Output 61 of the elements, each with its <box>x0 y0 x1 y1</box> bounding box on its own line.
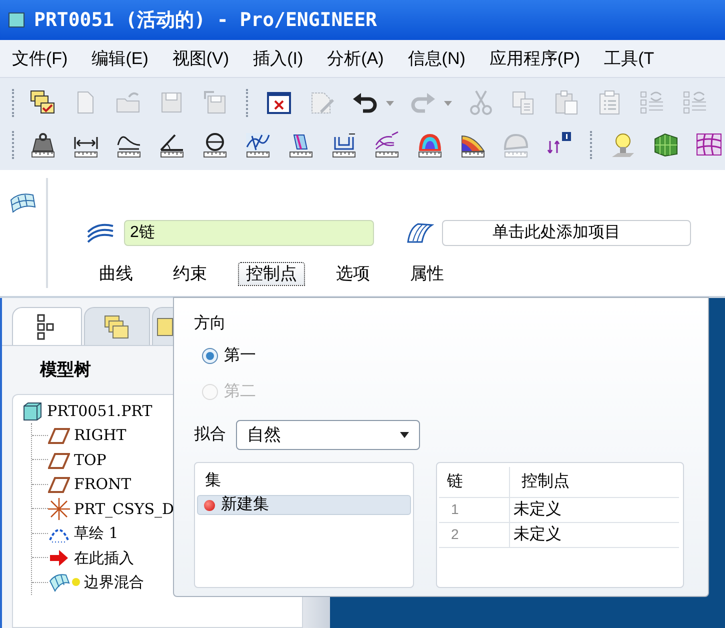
dashboard-tab[interactable]: 选项 <box>327 262 379 286</box>
tree-item[interactable]: FRONT <box>74 473 132 496</box>
radio-button[interactable] <box>202 348 218 364</box>
shaded-mesh-icon[interactable] <box>652 131 680 159</box>
tree-item[interactable]: 草绘 1 <box>74 522 118 544</box>
table-cell: 未定义 <box>509 497 679 522</box>
model-tree-title: 模型树 <box>40 359 91 382</box>
tree-item[interactable]: PRT0051.PRT <box>47 400 152 422</box>
menu-item[interactable]: 应用程序(P) <box>489 46 580 72</box>
model-tree-tab[interactable] <box>12 307 82 345</box>
tree-item[interactable]: TOP <box>74 448 106 471</box>
new-feature-icon <box>72 578 80 586</box>
dashboard-tab[interactable]: 控制点 <box>238 262 305 286</box>
weight-icon[interactable] <box>29 131 57 159</box>
menu-item[interactable]: 文件(F) <box>12 46 68 72</box>
direction-label: 方向 <box>194 314 227 334</box>
surface-icon <box>48 571 70 594</box>
table-cell: 2 <box>439 522 509 547</box>
close-window-icon[interactable] <box>265 89 293 117</box>
folder-icon <box>157 318 173 336</box>
column-header: 控制点 <box>509 467 679 497</box>
table-cell: 未定义 <box>509 522 679 547</box>
tree-item[interactable]: 在此插入 <box>74 546 134 569</box>
tree-item[interactable]: 边界混合 <box>84 571 144 594</box>
fit-label: 拟合 <box>194 424 226 445</box>
mesh-icon[interactable] <box>373 131 401 159</box>
set-item[interactable]: 新建集 <box>197 495 411 515</box>
fit-dropdown[interactable]: 自然 <box>236 420 420 450</box>
color-surface-icon[interactable] <box>416 131 444 159</box>
surface-icon <box>9 192 37 214</box>
surface-icon <box>404 222 434 244</box>
part-icon <box>21 400 43 422</box>
diameter-icon[interactable] <box>201 131 229 159</box>
radio-label: 第二 <box>224 382 256 402</box>
radio-label: 第一 <box>224 346 256 366</box>
caret-icon <box>400 432 409 438</box>
coordinate-system-icon <box>48 498 70 520</box>
tree-item[interactable]: RIGHT <box>74 424 126 446</box>
folders-icon <box>103 312 131 340</box>
offset-icon[interactable] <box>330 131 358 159</box>
menu-item[interactable]: 编辑(E) <box>92 46 148 72</box>
tree-item[interactable]: PRT_CSYS_D <box>74 498 174 520</box>
menu-item[interactable]: 信息(N) <box>408 46 466 72</box>
dashboard-tab[interactable]: 属性 <box>401 262 453 286</box>
caret-icon[interactable] <box>386 100 394 106</box>
menu-item[interactable]: 分析(A) <box>327 46 384 72</box>
menu-item[interactable]: 工具(T <box>604 46 654 72</box>
menu-item[interactable]: 视图(V) <box>172 46 230 72</box>
column-header: 链 <box>439 467 509 497</box>
list-header: 集 <box>204 471 222 491</box>
curve-analysis-icon[interactable] <box>244 131 272 159</box>
chain-field[interactable]: 单击此处添加项目 <box>442 220 691 246</box>
dashboard-tab[interactable]: 约束 <box>164 262 216 286</box>
menu-item[interactable]: 插入(I) <box>253 46 304 72</box>
chain-field[interactable]: 2链 <box>124 220 374 246</box>
window-title: PRT0051 (活动的) - Pro/ENGINEER <box>34 8 377 33</box>
table-cell: 1 <box>439 497 509 522</box>
window-icon <box>8 11 26 29</box>
surface-icon <box>86 222 116 244</box>
dashboard-tab[interactable]: 曲线 <box>90 262 142 286</box>
set-name: 新建集 <box>221 494 269 515</box>
